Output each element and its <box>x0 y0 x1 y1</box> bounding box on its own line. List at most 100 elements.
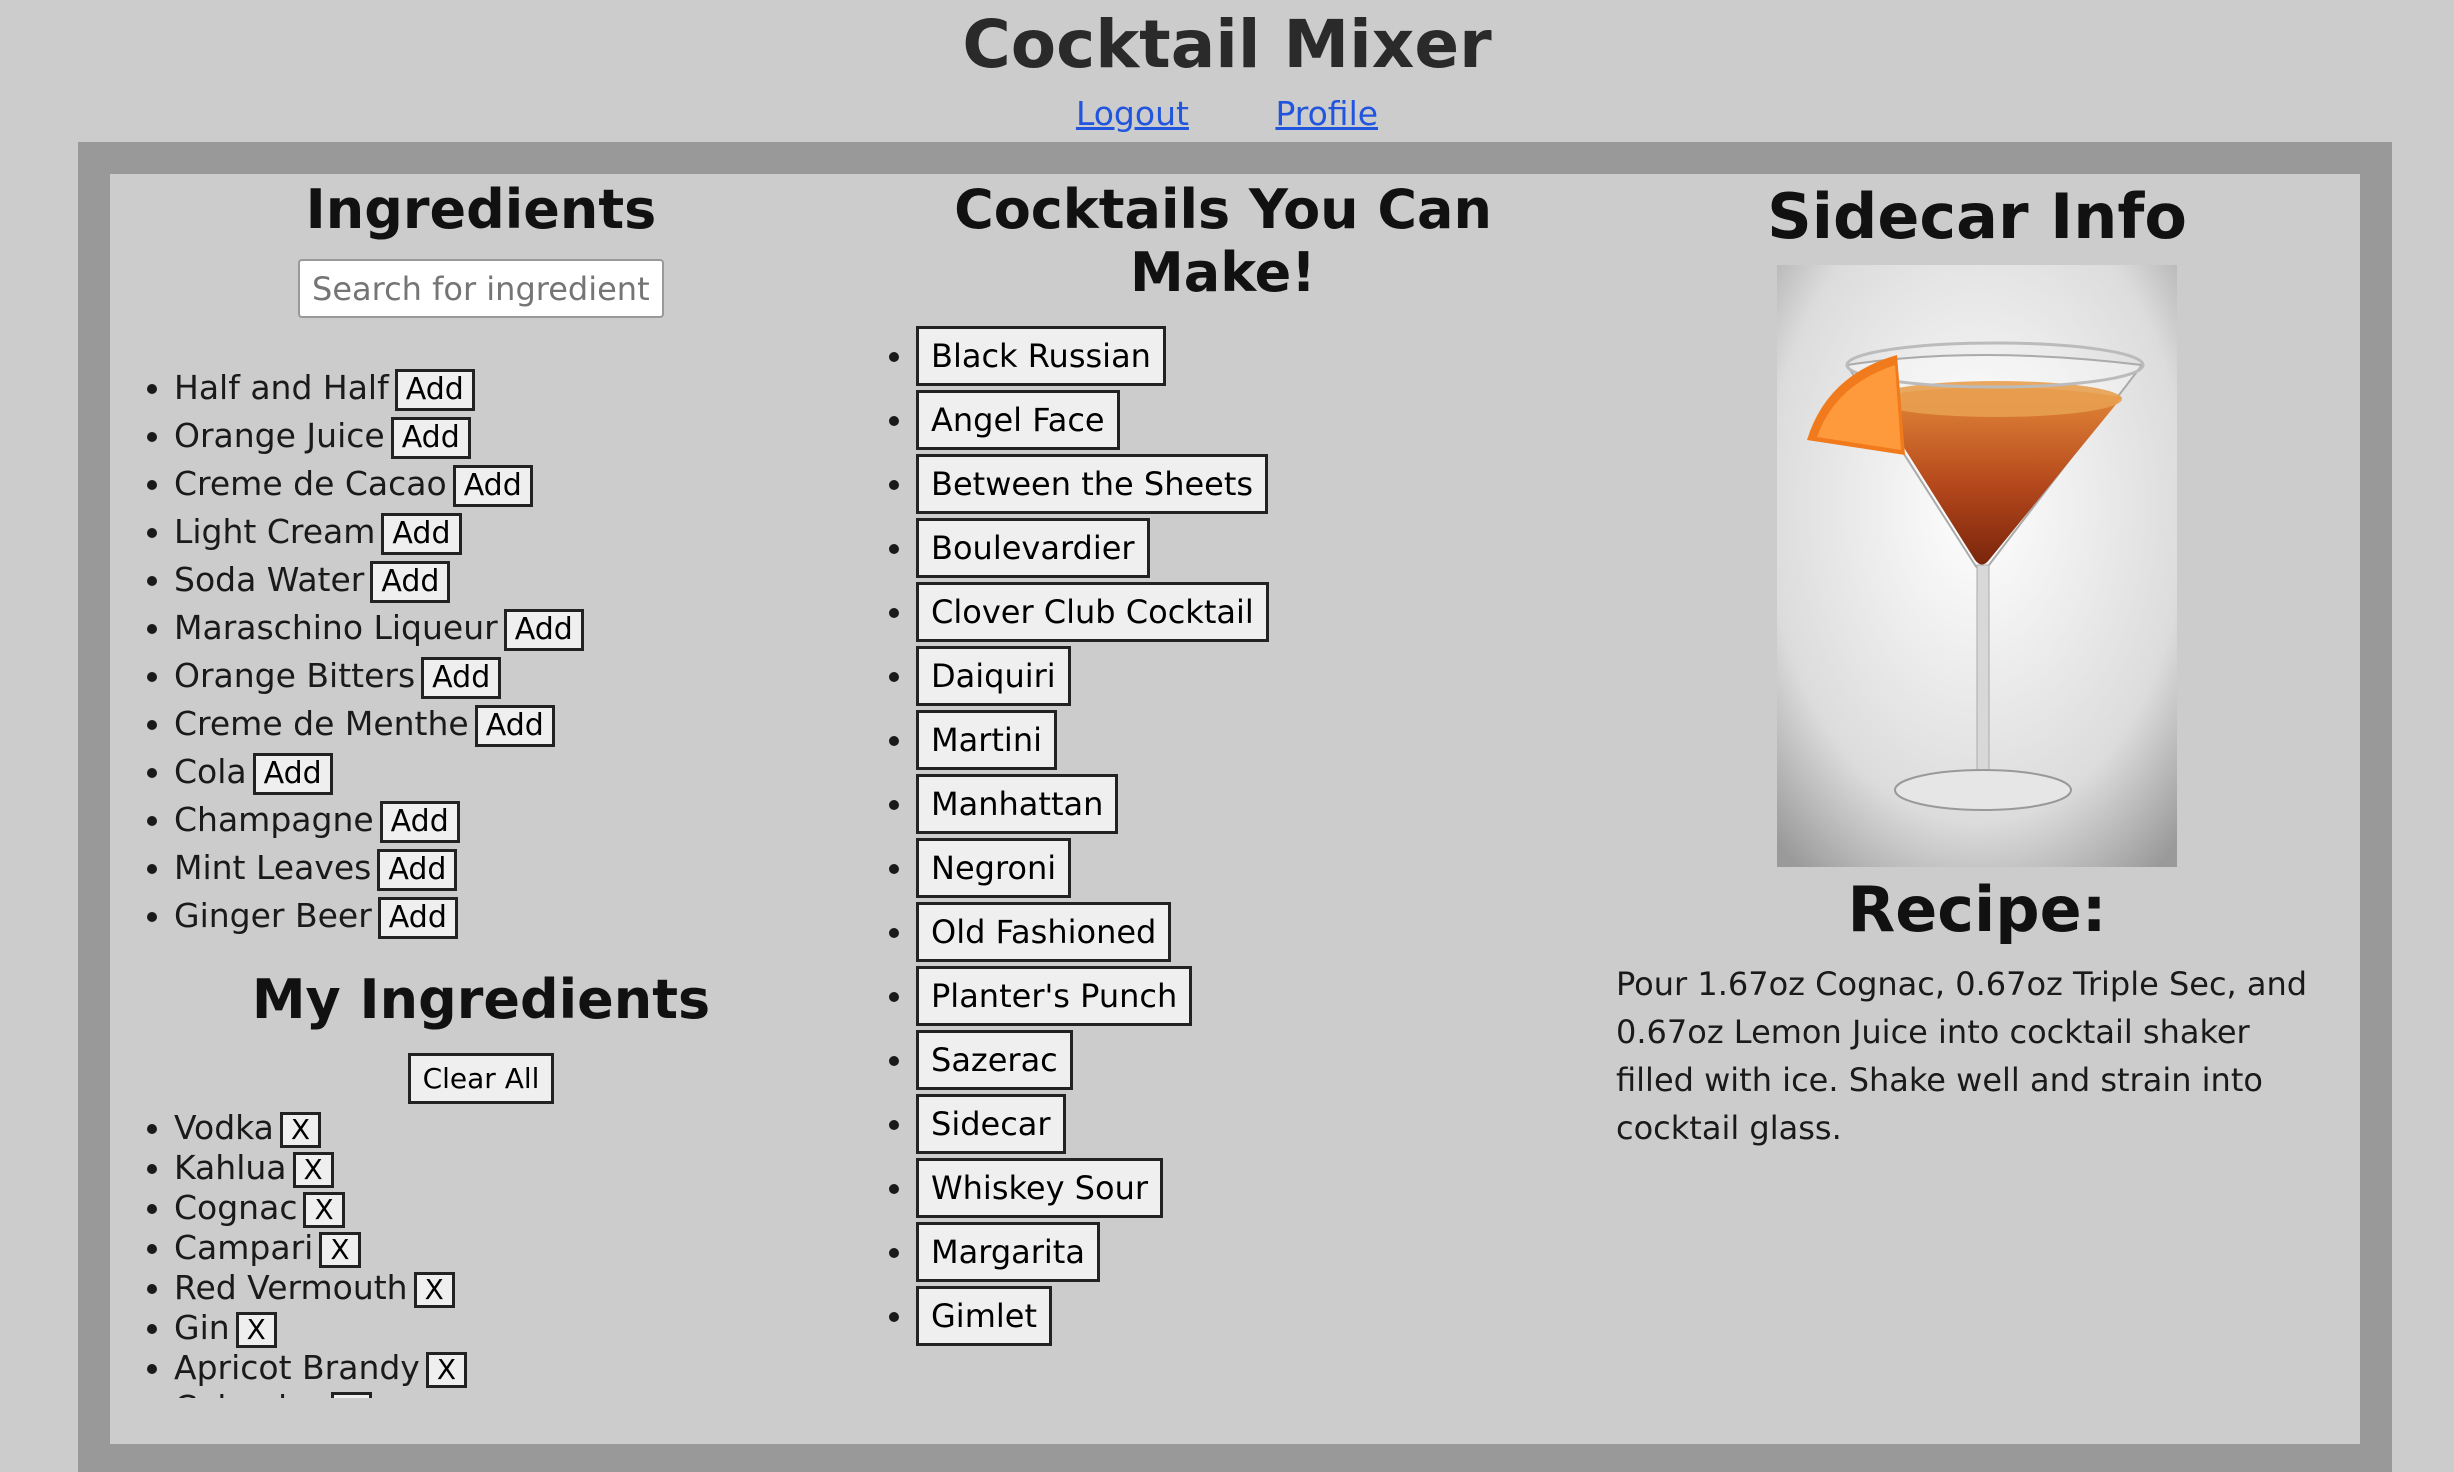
remove-ingredient-button[interactable]: X <box>235 1311 277 1348</box>
cocktail-item: Angel Face <box>916 390 1594 454</box>
search-input[interactable] <box>298 259 664 318</box>
top-nav: Logout Profile <box>0 94 2454 133</box>
main-frame: Ingredients Half and HalfAddOrange Juice… <box>78 142 2392 1472</box>
cocktail-button[interactable]: Gimlet <box>916 1286 1052 1346</box>
cocktail-item: Daiquiri <box>916 646 1594 710</box>
ingredient-item: Creme de CacaoAdd <box>174 460 852 508</box>
ingredient-item: Creme de MentheAdd <box>174 700 852 748</box>
cocktail-item: Old Fashioned <box>916 902 1594 966</box>
ingredients-heading: Ingredients <box>305 178 657 241</box>
cocktail-item: Sazerac <box>916 1030 1594 1094</box>
main-panel: Ingredients Half and HalfAddOrange Juice… <box>110 174 2360 1444</box>
info-heading: Sidecar Info <box>1767 180 2187 253</box>
cocktail-button[interactable]: Angel Face <box>916 390 1120 450</box>
ingredient-label: Soda Water <box>174 560 365 599</box>
ingredients-scroll-area[interactable]: Half and HalfAddOrange JuiceAddCreme de … <box>110 364 852 964</box>
ingredient-label: Ginger Beer <box>174 896 372 935</box>
remove-ingredient-button[interactable]: X <box>330 1391 372 1398</box>
page-title: Cocktail Mixer <box>962 6 1492 83</box>
ingredient-item: Orange JuiceAdd <box>174 412 852 460</box>
cocktail-button[interactable]: Margarita <box>916 1222 1100 1282</box>
cocktail-photo <box>1777 265 2177 867</box>
my-ingredient-item: Calvados X <box>174 1388 852 1398</box>
cocktail-button[interactable]: Sidecar <box>916 1094 1066 1154</box>
cocktail-item: Boulevardier <box>916 518 1594 582</box>
ingredient-item: Maraschino LiqueurAdd <box>174 604 852 652</box>
cocktail-button[interactable]: Martini <box>916 710 1057 770</box>
add-ingredient-button[interactable]: Add <box>390 416 471 459</box>
add-ingredient-button[interactable]: Add <box>377 896 458 939</box>
ingredient-item: Ginger BeerAdd <box>174 892 852 940</box>
clear-all-button[interactable]: Clear All <box>407 1053 555 1104</box>
add-ingredient-button[interactable]: Add <box>421 656 502 699</box>
cocktail-item: Negroni <box>916 838 1594 902</box>
cocktail-button[interactable]: Daiquiri <box>916 646 1071 706</box>
info-column: Sidecar Info Recipe: Pour 1.67oz Cognac,… <box>1594 174 2360 1152</box>
remove-ingredient-button[interactable]: X <box>303 1191 345 1228</box>
remove-ingredient-button[interactable]: X <box>279 1111 322 1148</box>
my-ingredient-item: VodkaX <box>174 1108 852 1148</box>
my-ingredient-label: Vodka <box>174 1108 274 1147</box>
remove-ingredient-button[interactable]: X <box>425 1351 468 1388</box>
add-ingredient-button[interactable]: Add <box>381 512 462 555</box>
my-ingredient-item: CampariX <box>174 1228 852 1268</box>
ingredient-label: Champagne <box>174 800 374 839</box>
my-ingredients-list: VodkaXKahluaXCognacXCampariXRed Vermouth… <box>110 1108 852 1398</box>
cocktail-item: Margarita <box>916 1222 1594 1286</box>
cocktail-button[interactable]: Whiskey Sour <box>916 1158 1163 1218</box>
my-ingredient-label: Red Vermouth <box>174 1268 408 1307</box>
recipe-heading: Recipe: <box>1847 873 2107 946</box>
add-ingredient-button[interactable]: Add <box>252 752 333 795</box>
my-ingredient-item: Red VermouthX <box>174 1268 852 1308</box>
cocktail-button[interactable]: Between the Sheets <box>916 454 1269 514</box>
ingredient-label: Creme de Menthe <box>174 704 469 743</box>
cocktail-item: Planter's Punch <box>916 966 1594 1030</box>
ingredient-label: Creme de Cacao <box>174 464 447 503</box>
add-ingredient-button[interactable]: Add <box>452 464 533 507</box>
add-ingredient-button[interactable]: Add <box>503 608 584 651</box>
add-ingredient-button[interactable]: Add <box>474 704 555 747</box>
ingredient-item: ColaAdd <box>174 748 852 796</box>
cocktail-item: Whiskey Sour <box>916 1158 1594 1222</box>
ingredient-label: Orange Juice <box>174 416 385 455</box>
my-ingredient-label: Kahlua <box>174 1148 287 1187</box>
my-ingredient-label: Campari <box>174 1228 314 1267</box>
remove-ingredient-button[interactable]: X <box>413 1271 455 1308</box>
add-ingredient-button[interactable]: Add <box>370 560 451 603</box>
cocktail-button[interactable]: Black Russian <box>916 326 1166 386</box>
logout-link[interactable]: Logout <box>1076 94 1189 133</box>
ingredients-list: Half and HalfAddOrange JuiceAddCreme de … <box>110 364 852 940</box>
cocktail-item: Sidecar <box>916 1094 1594 1158</box>
my-ingredient-label: Calvados <box>174 1388 325 1398</box>
cocktail-button[interactable]: Boulevardier <box>916 518 1150 578</box>
cocktail-button[interactable]: Clover Club Cocktail <box>916 582 1269 642</box>
cocktail-item: Gimlet <box>916 1286 1594 1350</box>
cocktails-heading: Cocktails You Can Make! <box>954 178 1492 304</box>
cocktail-button[interactable]: Planter's Punch <box>916 966 1193 1026</box>
my-ingredient-item: Apricot BrandyX <box>174 1348 852 1388</box>
cocktail-button[interactable]: Manhattan <box>916 774 1119 834</box>
add-ingredient-button[interactable]: Add <box>377 848 458 891</box>
profile-link[interactable]: Profile <box>1275 94 1378 133</box>
add-ingredient-button[interactable]: Add <box>394 368 475 411</box>
remove-ingredient-button[interactable]: X <box>292 1151 334 1188</box>
add-ingredient-button[interactable]: Add <box>379 800 460 843</box>
ingredient-label: Maraschino Liqueur <box>174 608 498 647</box>
ingredient-label: Mint Leaves <box>174 848 372 887</box>
remove-ingredient-button[interactable]: X <box>319 1231 361 1268</box>
ingredient-label: Light Cream <box>174 512 376 551</box>
cocktail-button[interactable]: Old Fashioned <box>916 902 1172 962</box>
cocktail-button[interactable]: Negroni <box>916 838 1072 898</box>
my-ingredient-item: CognacX <box>174 1188 852 1228</box>
ingredient-item: Orange BittersAdd <box>174 652 852 700</box>
cocktail-button[interactable]: Sazerac <box>916 1030 1073 1090</box>
cocktail-item: Between the Sheets <box>916 454 1594 518</box>
my-ingredient-label: Apricot Brandy <box>174 1348 420 1387</box>
my-ingredient-item: KahluaX <box>174 1148 852 1188</box>
ingredients-column: Ingredients Half and HalfAddOrange Juice… <box>110 174 852 1398</box>
my-ingredients-scroll-area[interactable]: VodkaXKahluaXCognacXCampariXRed Vermouth… <box>110 1108 852 1398</box>
cocktail-item: Martini <box>916 710 1594 774</box>
my-ingredient-label: Gin <box>174 1308 230 1347</box>
ingredient-label: Orange Bitters <box>174 656 416 695</box>
ingredient-item: Half and HalfAdd <box>174 364 852 412</box>
